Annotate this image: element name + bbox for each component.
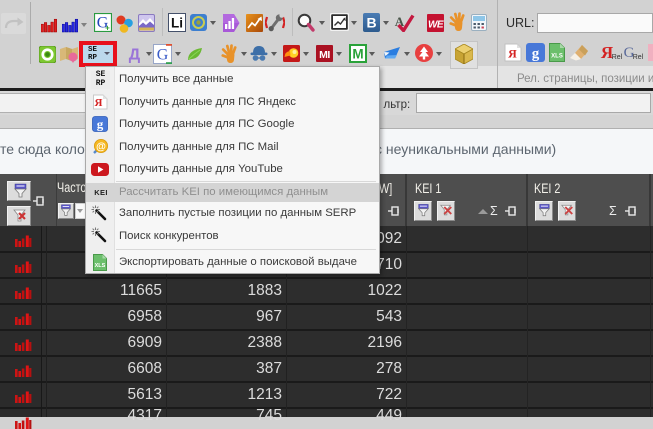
- svg-text:WE: WE: [428, 20, 444, 31]
- svg-text:Li: Li: [171, 16, 183, 31]
- svg-text:Я: Я: [95, 97, 103, 109]
- svg-text:XLS: XLS: [551, 54, 563, 60]
- svg-text:M: M: [352, 47, 363, 62]
- svg-text:Д: Д: [129, 47, 141, 64]
- svg-text:MI: MI: [319, 49, 330, 61]
- svg-text:B: B: [366, 15, 376, 31]
- svg-text:Я: Я: [508, 47, 517, 61]
- svg-text:G: G: [157, 47, 169, 64]
- svg-text:g: g: [97, 117, 104, 132]
- svg-text:Rel: Rel: [633, 54, 643, 61]
- svg-text:@: @: [96, 142, 106, 153]
- svg-text:+: +: [105, 24, 110, 33]
- svg-text:XLS: XLS: [95, 263, 106, 269]
- svg-text:g: g: [532, 46, 540, 62]
